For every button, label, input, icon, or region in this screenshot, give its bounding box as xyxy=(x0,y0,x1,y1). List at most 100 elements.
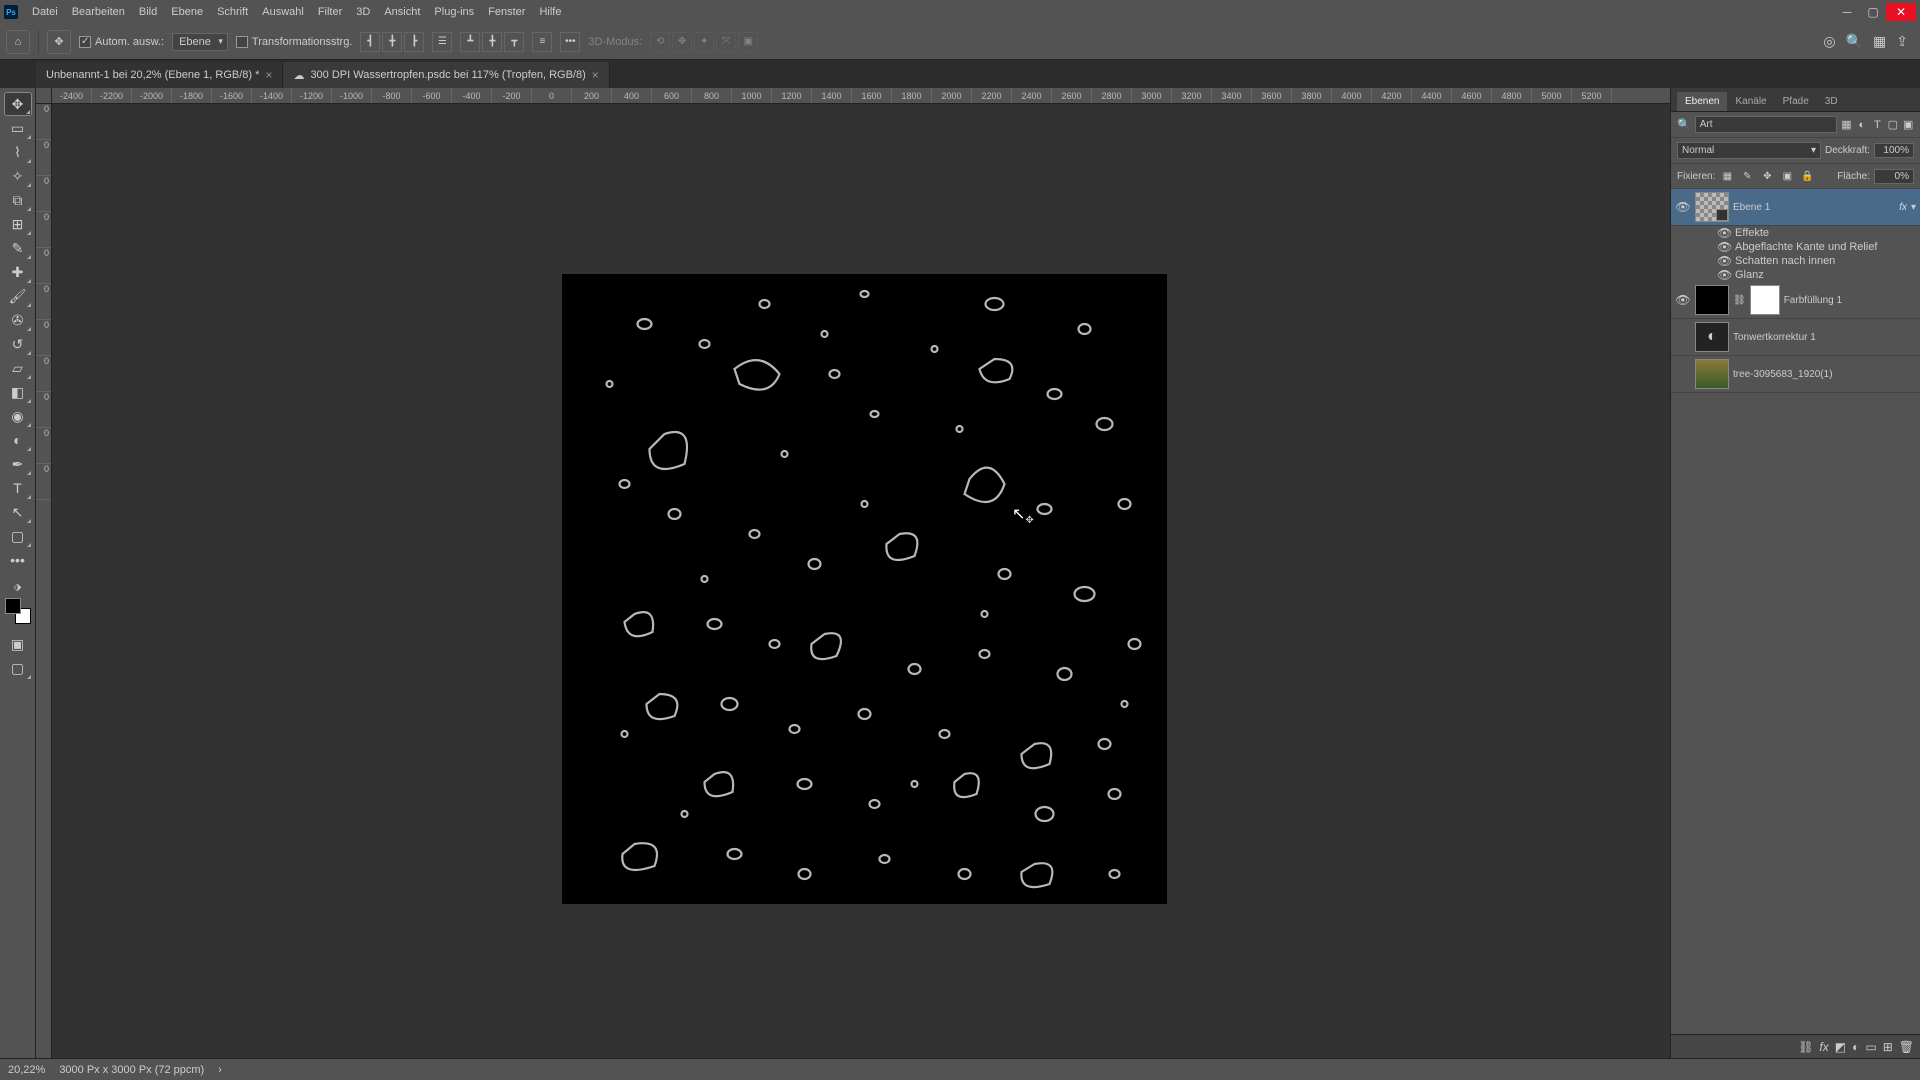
menu-ansicht[interactable]: Ansicht xyxy=(378,6,426,18)
document-tab-1[interactable]: Unbenannt-1 bei 20,2% (Ebene 1, RGB/8) *… xyxy=(36,62,283,88)
cloud-docs-icon[interactable]: ◎ xyxy=(1823,33,1835,50)
new-layer-button[interactable]: ⊞ xyxy=(1883,1040,1893,1054)
marquee-tool[interactable]: ▭ xyxy=(4,116,32,140)
auto-select-checkbox[interactable]: Autom. ausw.: xyxy=(79,36,164,48)
blend-mode-dropdown[interactable]: Normal xyxy=(1677,142,1821,159)
menu-bild[interactable]: Bild xyxy=(133,6,163,18)
edit-toolbar[interactable]: ••• xyxy=(4,548,32,572)
frame-tool[interactable]: ⊞ xyxy=(4,212,32,236)
document-dimensions[interactable]: 3000 Px x 3000 Px (72 ppcm) xyxy=(59,1064,204,1076)
filter-pixel-icon[interactable]: ▦ xyxy=(1841,117,1852,133)
menu-datei[interactable]: Datei xyxy=(26,6,64,18)
effect-row[interactable]: 👁 Schatten nach innen xyxy=(1671,254,1920,268)
effect-row[interactable]: 👁 Glanz xyxy=(1671,268,1920,282)
align-right-button[interactable]: ┣ xyxy=(404,32,424,52)
shape-tool[interactable]: ▢ xyxy=(4,524,32,548)
align-top-button[interactable]: ┻ xyxy=(460,32,480,52)
layer-style-button[interactable]: fx xyxy=(1819,1040,1828,1054)
default-colors-icon[interactable]: ⬗ xyxy=(4,580,32,594)
dodge-tool[interactable]: ◐ xyxy=(4,428,32,452)
tab-ebenen[interactable]: Ebenen xyxy=(1677,92,1727,111)
link-layers-button[interactable]: ⛓ xyxy=(1798,1040,1813,1054)
layer-name[interactable]: Farbfüllung 1 xyxy=(1784,295,1916,306)
fill-input[interactable]: 0% xyxy=(1874,169,1914,184)
menu-3d[interactable]: 3D xyxy=(350,6,376,18)
align-vcenter-button[interactable]: ╋ xyxy=(482,32,502,52)
visibility-toggle-icon[interactable]: 👁 xyxy=(1675,200,1691,214)
filter-smart-icon[interactable]: ▣ xyxy=(1903,117,1914,133)
distribute-v-button[interactable]: ≡ xyxy=(532,32,552,52)
align-hcenter-button[interactable]: ╋ xyxy=(382,32,402,52)
lock-pixels-icon[interactable]: ▦ xyxy=(1719,168,1735,184)
layer-row[interactable]: 👁 ⛓ Farbfüllung 1 xyxy=(1671,282,1920,319)
link-mask-icon[interactable]: ⛓ xyxy=(1733,295,1746,306)
screen-mode-button[interactable]: ▢ xyxy=(4,656,32,680)
layer-name[interactable]: tree-3095683_1920(1) xyxy=(1733,369,1916,380)
visibility-toggle-icon[interactable]: 👁 xyxy=(1717,254,1731,268)
clone-stamp-tool[interactable]: ✇ xyxy=(4,308,32,332)
eyedropper-tool[interactable]: ✎ xyxy=(4,236,32,260)
filter-shape-icon[interactable]: ▢ xyxy=(1887,117,1898,133)
effects-header[interactable]: 👁 Effekte xyxy=(1671,226,1920,240)
visibility-toggle-icon[interactable]: 👁 xyxy=(1717,226,1731,240)
document-tab-2[interactable]: ☁ 300 DPI Wassertropfen.psdc bei 117% (T… xyxy=(283,62,609,88)
window-minimize-button[interactable]: ─ xyxy=(1834,3,1860,21)
menu-bearbeiten[interactable]: Bearbeiten xyxy=(66,6,131,18)
auto-select-target-dropdown[interactable]: Ebene xyxy=(172,33,228,51)
lock-all-icon[interactable]: 🔒 xyxy=(1799,168,1815,184)
tab-kanaele[interactable]: Kanäle xyxy=(1727,92,1774,111)
tab-pfade[interactable]: Pfade xyxy=(1775,92,1817,111)
menu-hilfe[interactable]: Hilfe xyxy=(533,6,567,18)
visibility-toggle-icon[interactable]: 👁 xyxy=(1717,240,1731,254)
home-button[interactable]: ⌂ xyxy=(6,30,30,54)
search-icon[interactable]: 🔍 xyxy=(1846,33,1863,50)
menu-auswahl[interactable]: Auswahl xyxy=(256,6,310,18)
workspace-icon[interactable]: ▦ xyxy=(1873,33,1886,50)
align-left-button[interactable]: ┫ xyxy=(360,32,380,52)
fx-collapse-icon[interactable]: ▾ xyxy=(1911,202,1916,213)
adjustment-layer-button[interactable]: ◐ xyxy=(1852,1040,1859,1054)
zoom-level[interactable]: 20,22% xyxy=(8,1064,45,1076)
menu-ebene[interactable]: Ebene xyxy=(165,6,209,18)
filter-type-icon[interactable]: T xyxy=(1872,117,1883,133)
gradient-tool[interactable]: ◧ xyxy=(4,380,32,404)
eraser-tool[interactable]: ▱ xyxy=(4,356,32,380)
delete-layer-button[interactable]: 🗑 xyxy=(1899,1040,1914,1054)
share-icon[interactable]: ⇪ xyxy=(1896,33,1908,50)
close-tab-icon[interactable]: × xyxy=(592,68,599,82)
menu-fenster[interactable]: Fenster xyxy=(482,6,531,18)
lasso-tool[interactable]: ⌇ xyxy=(4,140,32,164)
effect-row[interactable]: 👁 Abgeflachte Kante und Relief xyxy=(1671,240,1920,254)
layer-mask-button[interactable]: ◩ xyxy=(1835,1040,1846,1054)
layer-row[interactable]: 👁 Ebene 1 fx ▾ xyxy=(1671,189,1920,226)
layer-thumbnail[interactable] xyxy=(1695,322,1729,352)
transform-controls-checkbox[interactable]: Transformationsstrg. xyxy=(236,36,352,48)
layer-filter-dropdown[interactable] xyxy=(1695,116,1837,133)
lock-artboard-icon[interactable]: ▣ xyxy=(1779,168,1795,184)
brush-tool[interactable]: 🖌 xyxy=(4,284,32,308)
align-bottom-button[interactable]: ┳ xyxy=(504,32,524,52)
status-more-icon[interactable] xyxy=(218,1064,222,1076)
layer-thumbnail[interactable] xyxy=(1695,285,1729,315)
quick-mask-button[interactable]: ▣ xyxy=(4,632,32,656)
foreground-background-colors[interactable] xyxy=(5,598,31,624)
pen-tool[interactable]: ✒ xyxy=(4,452,32,476)
layer-thumbnail[interactable] xyxy=(1695,359,1729,389)
menu-plugins[interactable]: Plug-ins xyxy=(428,6,480,18)
layer-name[interactable]: Ebene 1 xyxy=(1733,202,1895,213)
window-close-button[interactable]: ✕ xyxy=(1886,3,1916,21)
tab-3d[interactable]: 3D xyxy=(1817,92,1846,111)
visibility-toggle-icon[interactable]: 👁 xyxy=(1675,293,1691,307)
window-restore-button[interactable]: ▢ xyxy=(1860,3,1886,21)
close-tab-icon[interactable]: × xyxy=(265,68,272,82)
layer-thumbnail[interactable] xyxy=(1695,192,1729,222)
healing-brush-tool[interactable]: ✚ xyxy=(4,260,32,284)
crop-tool[interactable]: ⧉ xyxy=(4,188,32,212)
layer-mask-thumbnail[interactable] xyxy=(1750,285,1780,315)
layer-row[interactable]: tree-3095683_1920(1) xyxy=(1671,356,1920,393)
lock-position-icon[interactable]: ✥ xyxy=(1759,168,1775,184)
lock-paint-icon[interactable]: ✎ xyxy=(1739,168,1755,184)
menu-schrift[interactable]: Schrift xyxy=(211,6,254,18)
layer-name[interactable]: Tonwertkorrektur 1 xyxy=(1733,332,1916,343)
move-tool-icon[interactable]: ✥ xyxy=(47,30,71,54)
